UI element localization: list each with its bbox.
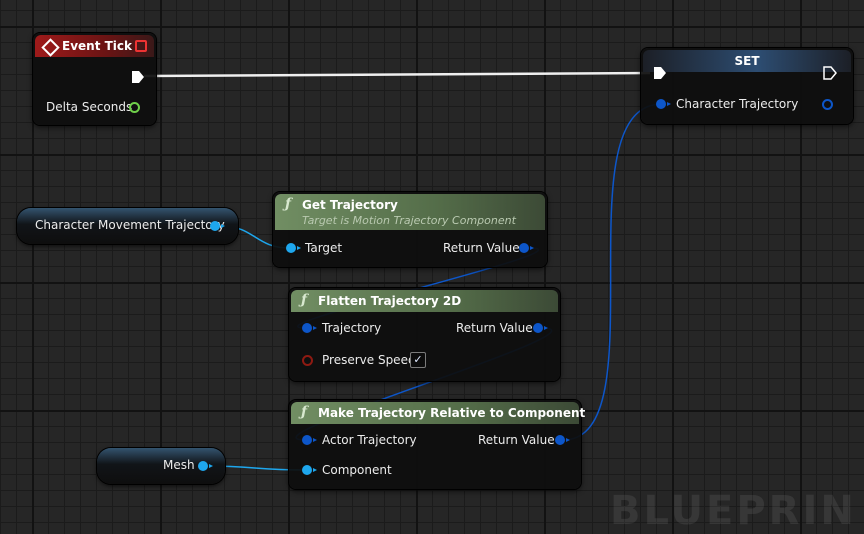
component-pin[interactable] (302, 465, 317, 475)
mesh-node[interactable]: Mesh (97, 448, 225, 484)
make-relative-return-pin[interactable] (555, 435, 570, 445)
actor-trajectory-label: Actor Trajectory (322, 433, 417, 447)
character-movement-trajectory-node[interactable]: Character Movement Trajectory (17, 208, 238, 244)
flatten-return-pin[interactable] (533, 323, 548, 333)
preserve-speed-pin[interactable] (302, 355, 313, 366)
get-trajectory-title: Get Trajectory (302, 198, 398, 212)
function-icon: ƒ (285, 196, 292, 212)
mesh-pin[interactable] (198, 461, 213, 471)
get-trajectory-subtitle: Target is Motion Trajectory Component (302, 214, 516, 227)
character-movement-trajectory-label: Character Movement Trajectory (35, 218, 225, 232)
event-tick-title: Event Tick (62, 39, 133, 53)
make-trajectory-relative-header[interactable]: ƒ Make Trajectory Relative to Component (291, 402, 585, 424)
flatten-trajectory-in-pin[interactable] (302, 323, 317, 333)
make-relative-return-label: Return Value (478, 433, 555, 447)
flatten-trajectory-header[interactable]: ƒ Flatten Trajectory 2D (291, 290, 558, 312)
preserve-speed-checkbox[interactable]: ✓ (410, 352, 426, 368)
event-tick-node[interactable]: Event Tick Delta Seconds (33, 33, 156, 125)
delta-seconds-pin[interactable] (129, 102, 140, 113)
get-trajectory-return-pin[interactable] (519, 243, 534, 253)
set-character-trajectory-out-pin[interactable] (822, 99, 833, 110)
set-node[interactable]: SET Character Trajectory (641, 48, 853, 124)
stop-icon (135, 40, 147, 52)
exec-out-pin-set[interactable] (823, 66, 837, 80)
flatten-trajectory-in-label: Trajectory (322, 321, 382, 335)
flatten-trajectory-node[interactable]: ƒ Flatten Trajectory 2D Trajectory Retur… (289, 288, 560, 381)
get-trajectory-return-label: Return Value (443, 241, 520, 255)
target-label: Target (305, 241, 343, 255)
target-pin[interactable] (286, 243, 301, 253)
exec-wire (143, 71, 651, 78)
delta-seconds-label: Delta Seconds (46, 100, 133, 114)
function-icon: ƒ (301, 404, 308, 420)
make-trajectory-relative-node[interactable]: ƒ Make Trajectory Relative to Component … (289, 400, 585, 489)
function-icon: ƒ (301, 292, 308, 308)
event-tick-header[interactable]: Event Tick (35, 35, 154, 57)
wire-make-to-set (562, 103, 663, 441)
mesh-label: Mesh (163, 458, 195, 472)
set-header[interactable]: SET (643, 50, 851, 72)
get-trajectory-header[interactable]: ƒ Get Trajectory Target is Motion Trajec… (275, 194, 545, 230)
blueprint-watermark: BLUEPRIN (610, 488, 857, 534)
preserve-speed-label: Preserve Speed (322, 353, 416, 367)
component-label: Component (322, 463, 392, 477)
make-trajectory-relative-title: Make Trajectory Relative to Component (318, 406, 586, 420)
exec-out-pin[interactable] (131, 70, 145, 84)
flatten-trajectory-title: Flatten Trajectory 2D (318, 294, 462, 308)
exec-in-pin[interactable] (653, 66, 667, 80)
set-title: SET (734, 54, 760, 68)
actor-trajectory-pin[interactable] (302, 435, 317, 445)
character-movement-trajectory-pin[interactable] (210, 221, 225, 231)
get-trajectory-node[interactable]: ƒ Get Trajectory Target is Motion Trajec… (273, 192, 547, 267)
event-diamond-icon (41, 38, 60, 57)
set-character-trajectory-label: Character Trajectory (676, 97, 799, 111)
flatten-return-label: Return Value (456, 321, 533, 335)
set-character-trajectory-in-pin[interactable] (656, 99, 671, 109)
